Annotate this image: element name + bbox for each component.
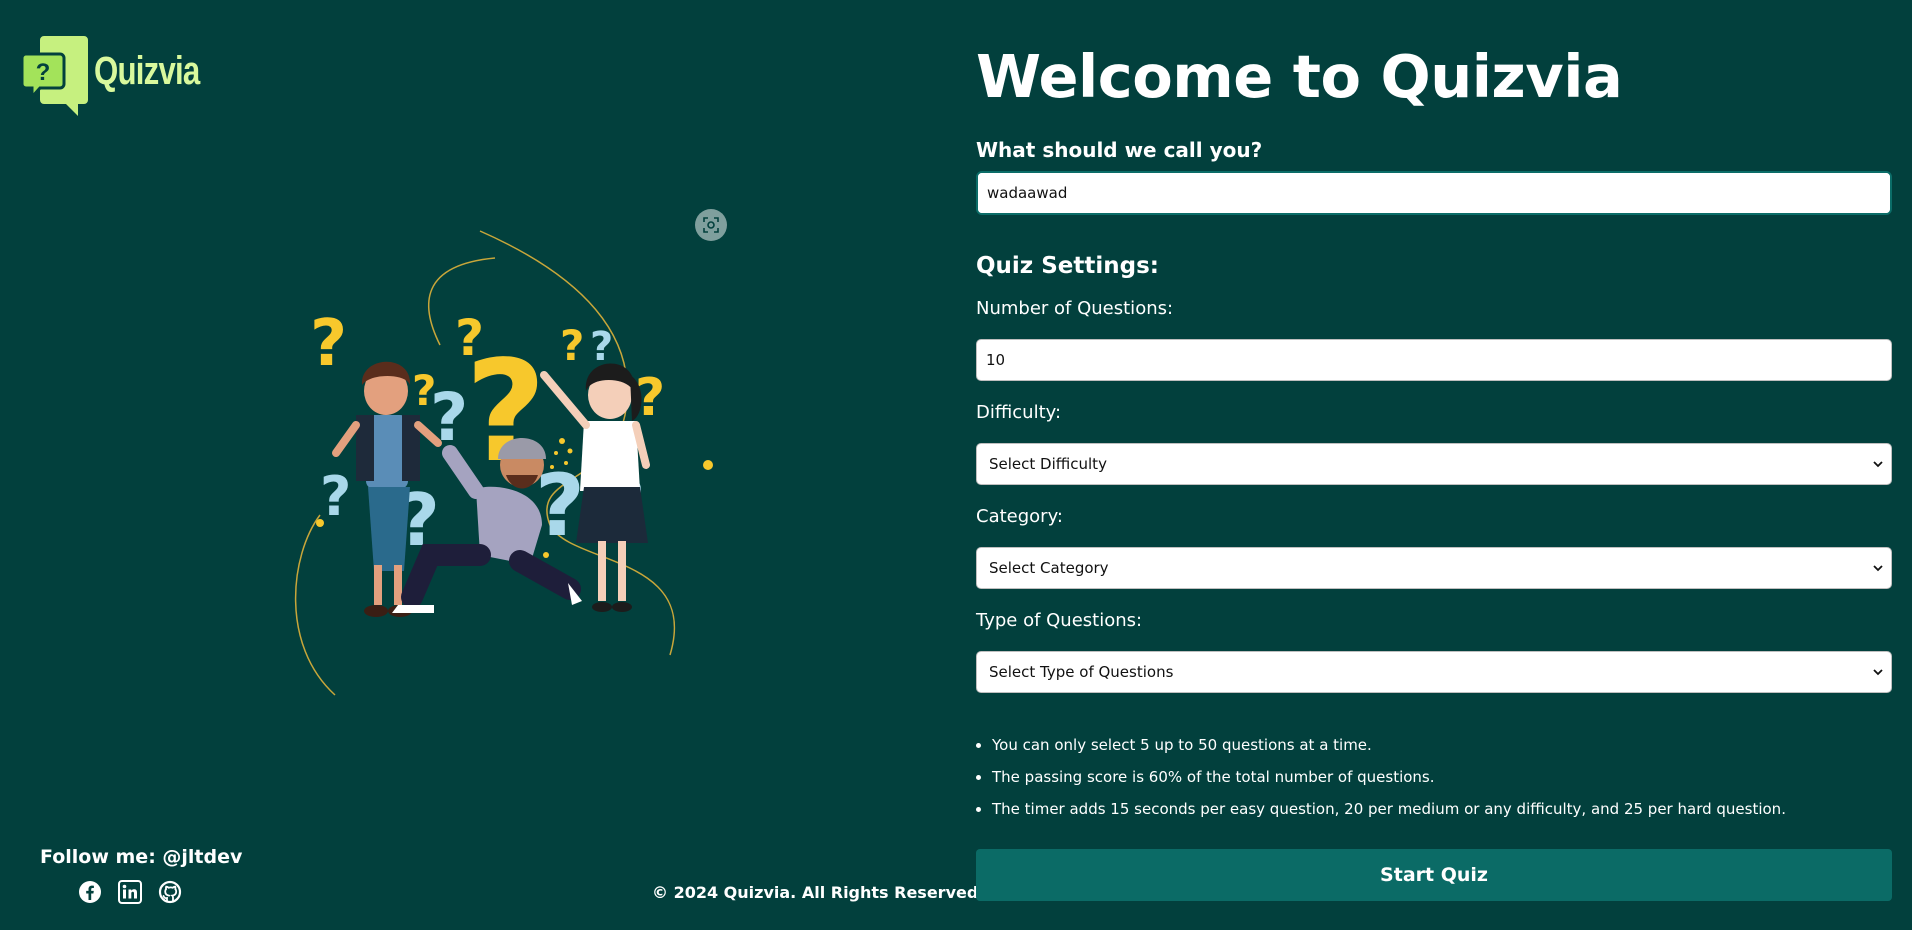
page-title: Welcome to Quizvia (976, 42, 1623, 111)
difficulty-select[interactable]: Select Difficulty (976, 443, 1892, 485)
copyright-text: © 2024 Quizvia. All Rights Reserved. (652, 883, 985, 902)
rule-item: The passing score is 60% of the total nu… (992, 761, 1892, 793)
github-icon[interactable] (158, 880, 182, 904)
category-label: Category: (976, 506, 1063, 527)
quiz-settings-heading: Quiz Settings: (976, 253, 1159, 279)
rule-item: You can only select 5 up to 50 questions… (992, 729, 1892, 761)
quiz-rules-list: You can only select 5 up to 50 questions… (976, 729, 1892, 825)
name-input[interactable] (976, 171, 1892, 215)
svg-text:?: ? (320, 465, 351, 528)
facebook-icon[interactable] (78, 880, 102, 904)
chevron-down-icon (1873, 461, 1883, 468)
chevron-down-icon (1873, 565, 1883, 572)
svg-text:?: ? (590, 324, 613, 370)
svg-text:?: ? (560, 321, 584, 370)
brand-name: Quizvia (94, 48, 200, 93)
question-type-label: Type of Questions: (976, 610, 1143, 631)
category-select-value: Select Category (989, 559, 1109, 577)
chevron-down-icon (1873, 669, 1883, 676)
num-questions-label: Number of Questions: (976, 298, 1174, 319)
difficulty-select-value: Select Difficulty (989, 455, 1107, 473)
question-type-select-value: Select Type of Questions (989, 663, 1174, 681)
scan-icon (703, 217, 719, 233)
image-scan-button[interactable] (695, 209, 727, 241)
svg-text:?: ? (36, 59, 51, 86)
svg-text:?: ? (310, 307, 347, 381)
quiz-people-illustration: ? ? ? ? ? ? ? ? ? ? ? ? (294, 230, 713, 696)
linkedin-icon[interactable] (118, 880, 142, 904)
chat-bubble-question-icon: ? (22, 36, 88, 116)
brand-logo[interactable]: ? Quizvia (22, 34, 229, 116)
rule-item: The timer adds 15 seconds per easy quest… (992, 793, 1892, 825)
start-quiz-button[interactable]: Start Quiz (976, 849, 1892, 901)
difficulty-label: Difficulty: (976, 402, 1062, 423)
num-questions-input[interactable] (976, 339, 1892, 381)
quiz-setup-form: Welcome to Quizvia What should we call y… (976, 40, 1892, 901)
name-label: What should we call you? (976, 138, 1263, 162)
question-type-select[interactable]: Select Type of Questions (976, 651, 1892, 693)
category-select[interactable]: Select Category (976, 547, 1892, 589)
social-links (78, 880, 182, 904)
follow-text: Follow me: @jltdev (40, 846, 243, 868)
